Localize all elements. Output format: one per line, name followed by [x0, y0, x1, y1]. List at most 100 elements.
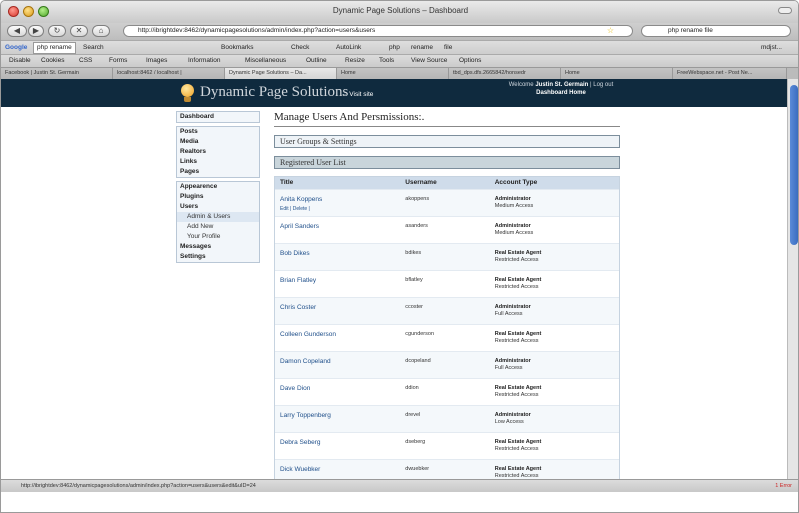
home-button[interactable]: ⌂	[92, 25, 110, 37]
toolbar-toggle-button[interactable]	[778, 7, 792, 14]
sidebar-item-messages[interactable]: Messages	[177, 242, 259, 252]
google-term-rename[interactable]: rename	[411, 41, 433, 54]
user-name-link[interactable]: Damon Copeland	[280, 358, 405, 365]
sidebar-item-posts[interactable]: Posts	[177, 127, 259, 137]
google-search-input[interactable]: php rename	[33, 42, 76, 54]
forward-button[interactable]: ▶	[28, 25, 44, 37]
column-header-username: Username	[405, 179, 437, 186]
username-cell: ddion	[405, 385, 419, 391]
google-bookmarks-button[interactable]: Bookmarks	[221, 41, 254, 54]
sidebar-item-plugins[interactable]: Plugins	[177, 192, 259, 202]
scrollbar-thumb[interactable]	[790, 85, 798, 245]
sidebar-item-links[interactable]: Links	[177, 157, 259, 167]
tab-home-2[interactable]: Home	[561, 68, 673, 79]
user-name-link[interactable]: Brian Flatley	[280, 277, 405, 284]
sidebar-subitem-admin-users[interactable]: Admin & Users	[177, 212, 259, 222]
tab-localhost[interactable]: localhost:8462 / localhost |	[113, 68, 225, 79]
user-name-link[interactable]: Anita Koppens	[280, 196, 405, 203]
tab-dynamic-page-solutions[interactable]: Dynamic Page Solutions – Da...	[225, 68, 337, 79]
tab-home-1[interactable]: Home	[337, 68, 449, 79]
tab-tbd[interactable]: tbd_dps.dfs.2665842/honsedr	[449, 68, 561, 79]
google-autolink-button[interactable]: AutoLink	[336, 41, 361, 54]
admin-sidebar: Dashboard Posts Media Realtors Links Pag…	[176, 111, 260, 266]
address-bar[interactable]: http://ibrightdev:8462/dynamicpagesoluti…	[123, 25, 633, 37]
user-name-link[interactable]: Dick Wuebker	[280, 466, 405, 473]
home-icon: ⌂	[98, 26, 104, 35]
account-type-cell: Real Estate Agent Restricted Access	[495, 325, 619, 351]
tab-freewebspace[interactable]: FreeWebspace.net - Post Ne...	[673, 68, 787, 79]
account-type-cell: Real Estate Agent Restricted Access	[495, 379, 619, 405]
username-cell: bflatley	[405, 277, 423, 283]
wd-cookies-menu[interactable]: Cookies	[41, 55, 64, 67]
google-term-file[interactable]: file	[444, 41, 452, 54]
wd-forms-menu[interactable]: Forms	[109, 55, 127, 67]
wd-images-menu[interactable]: Images	[146, 55, 167, 67]
user-name-link[interactable]: April Sanders	[280, 223, 405, 230]
delete-link[interactable]: Delete	[293, 206, 307, 212]
wd-information-menu[interactable]: Information	[188, 55, 221, 67]
wd-miscellaneous-menu[interactable]: Miscellaneous	[245, 55, 286, 67]
user-name-link[interactable]: Colleen Gunderson	[280, 331, 405, 338]
user-title-cell: Bob Dikes	[275, 244, 405, 270]
google-check-button[interactable]: Check	[291, 41, 309, 54]
user-name-link[interactable]: Debra Seberg	[280, 439, 405, 446]
access-level: Restricted Access	[494, 392, 539, 398]
table-row: Dick Wuebker dwuebker Real Estate Agent Res…	[275, 459, 619, 479]
sidebar-item-realtors[interactable]: Realtors	[177, 147, 259, 157]
wd-view-source-menu[interactable]: View Source	[411, 55, 447, 67]
title-bar: Dynamic Page Solutions – Dashboard	[1, 1, 798, 23]
user-name-link[interactable]: Larry Toppenberg	[280, 412, 405, 419]
row-actions: Edit | Delete |	[280, 206, 310, 212]
google-account-button[interactable]: mdjst...	[761, 41, 782, 54]
navigation-toolbar: ◀ ▶ ↻ ✕ ⌂ http://ibrightdev:8462/dynamic…	[1, 23, 798, 40]
user-name-link[interactable]: Chris Coster	[280, 304, 405, 311]
username-cell: akoppens	[405, 196, 430, 202]
wd-options-menu[interactable]: Options	[459, 55, 481, 67]
sidebar-item-settings[interactable]: Settings	[177, 252, 259, 262]
user-title-cell: Debra Seberg	[275, 433, 405, 459]
user-groups-panel-header[interactable]: User Groups & Settings	[274, 135, 620, 148]
wd-resize-menu[interactable]: Resize	[345, 55, 365, 67]
user-title-cell: Anita Koppens Edit | Delete |	[275, 190, 405, 216]
table-row: Damon Copeland dcopeland Administrator Full…	[275, 351, 619, 378]
back-button[interactable]: ◀	[7, 25, 27, 37]
reload-icon: ↻	[53, 26, 61, 35]
account-type: Real Estate Agent	[494, 439, 542, 445]
bookmark-star-icon[interactable]: ☆	[607, 26, 614, 36]
sidebar-block-content: Posts Media Realtors Links Pages	[176, 126, 260, 178]
user-title-cell: Chris Coster	[275, 298, 405, 324]
google-term-php[interactable]: php	[389, 41, 400, 54]
reload-button[interactable]: ↻	[48, 25, 66, 37]
visit-site-link[interactable]: ← Visit site	[341, 91, 373, 98]
sidebar-subitem-your-profile[interactable]: Your Profile	[177, 232, 259, 242]
user-name-link[interactable]: Dave Dion	[280, 385, 405, 392]
lightbulb-logo-icon	[181, 84, 194, 97]
table-row: Larry Toppenberg drevel Administrator Low A…	[275, 405, 619, 432]
wd-css-menu[interactable]: CSS	[79, 55, 92, 67]
edit-link[interactable]: Edit	[280, 206, 289, 212]
account-type: Real Estate Agent	[494, 331, 542, 337]
sidebar-item-media[interactable]: Media	[177, 137, 259, 147]
registered-users-panel-header[interactable]: Registered User List	[274, 156, 620, 169]
page-content: Dynamic Page Solutions ← Visit site Welc…	[1, 79, 787, 479]
stop-button[interactable]: ✕	[70, 25, 88, 37]
sidebar-item-pages[interactable]: Pages	[177, 167, 259, 177]
sidebar-item-appearence[interactable]: Appearence	[177, 182, 259, 192]
search-field[interactable]: php rename file	[641, 25, 791, 37]
sidebar-item-users[interactable]: Users	[177, 202, 259, 212]
tab-bar: Facebook | Justin St. Germain localhost:…	[1, 67, 798, 79]
wd-outline-menu[interactable]: Outline	[306, 55, 327, 67]
error-count[interactable]: 1 Error	[775, 480, 792, 492]
wd-tools-menu[interactable]: Tools	[379, 55, 394, 67]
dashboard-home-link[interactable]: Dashboard Home	[536, 90, 586, 96]
logout-link[interactable]: Log out	[593, 82, 613, 88]
sidebar-item-dashboard[interactable]: Dashboard	[177, 112, 259, 122]
back-arrow-icon: ◀	[13, 26, 21, 35]
tab-facebook[interactable]: Facebook | Justin St. Germain	[1, 68, 113, 79]
user-name-link[interactable]: Bob Dikes	[280, 250, 405, 257]
table-row: Dave Dion ddion Real Estate Agent Restricte…	[275, 378, 619, 405]
google-search-button[interactable]: Search	[83, 41, 104, 54]
page-scrollbar[interactable]	[787, 79, 798, 479]
sidebar-subitem-add-new[interactable]: Add New	[177, 222, 259, 232]
wd-disable-menu[interactable]: Disable	[9, 55, 31, 67]
